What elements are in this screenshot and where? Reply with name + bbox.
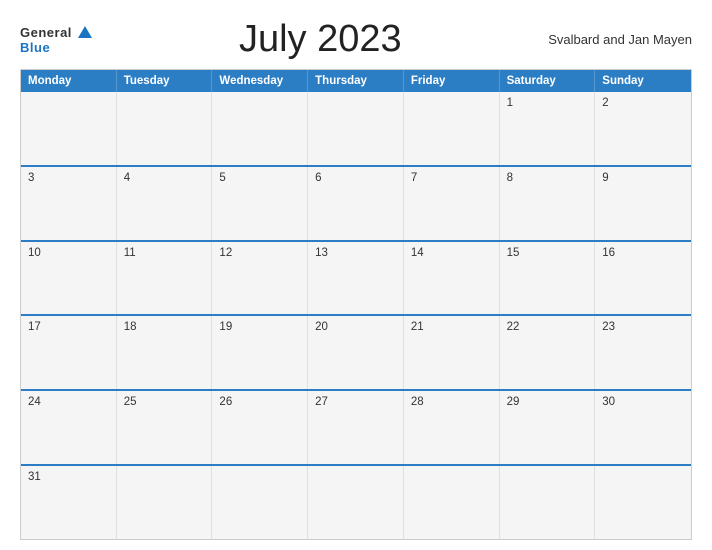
logo-blue-text: Blue	[20, 41, 92, 54]
day-number: 5	[219, 172, 225, 184]
calendar-week-2: 3 4 5 6 7 8 9	[21, 165, 691, 240]
calendar-empty-cell	[308, 466, 404, 539]
calendar-day-2: 2	[595, 92, 691, 165]
logo-triangle-icon	[78, 26, 92, 38]
calendar-day-23: 23	[595, 316, 691, 389]
day-number: 25	[124, 396, 137, 408]
calendar-grid: Monday Tuesday Wednesday Thursday Friday…	[20, 69, 692, 540]
day-number: 9	[602, 172, 608, 184]
day-number: 11	[124, 247, 136, 259]
day-number: 2	[602, 97, 608, 109]
calendar-day-20: 20	[308, 316, 404, 389]
calendar-week-3: 10 11 12 13 14 15 16	[21, 240, 691, 315]
calendar-header-row: Monday Tuesday Wednesday Thursday Friday…	[21, 70, 691, 92]
calendar-day-30: 30	[595, 391, 691, 464]
header-tuesday: Tuesday	[117, 70, 213, 92]
calendar-day-16: 16	[595, 242, 691, 315]
calendar-empty-cell	[117, 466, 213, 539]
header-friday: Friday	[404, 70, 500, 92]
calendar-week-1: 12	[21, 92, 691, 165]
calendar-day-11: 11	[117, 242, 213, 315]
calendar-day-24: 24	[21, 391, 117, 464]
calendar-day-17: 17	[21, 316, 117, 389]
logo-general-text: General	[20, 25, 92, 41]
calendar-week-6: 31	[21, 464, 691, 539]
calendar-day-18: 18	[117, 316, 213, 389]
calendar-day-10: 10	[21, 242, 117, 315]
calendar-day-9: 9	[595, 167, 691, 240]
day-number: 22	[507, 321, 520, 333]
calendar-day-13: 13	[308, 242, 404, 315]
calendar-day-28: 28	[404, 391, 500, 464]
calendar-header: General Blue July 2023 Svalbard and Jan …	[20, 18, 692, 61]
calendar-day-27: 27	[308, 391, 404, 464]
header-thursday: Thursday	[308, 70, 404, 92]
region-label: Svalbard and Jan Mayen	[548, 32, 692, 47]
calendar-body: 1234567891011121314151617181920212223242…	[21, 92, 691, 539]
calendar-day-12: 12	[212, 242, 308, 315]
calendar-day-26: 26	[212, 391, 308, 464]
calendar-title: July 2023	[92, 18, 548, 61]
day-number: 12	[219, 247, 232, 259]
calendar-day-8: 8	[500, 167, 596, 240]
calendar-week-5: 24 25 26 27 28 29 30	[21, 389, 691, 464]
calendar-day-14: 14	[404, 242, 500, 315]
day-number: 28	[411, 396, 424, 408]
day-number: 24	[28, 396, 41, 408]
day-number: 18	[124, 321, 137, 333]
day-number: 4	[124, 172, 130, 184]
calendar-day-19: 19	[212, 316, 308, 389]
day-number: 3	[28, 172, 34, 184]
calendar-page: General Blue July 2023 Svalbard and Jan …	[0, 0, 712, 550]
day-number: 13	[315, 247, 328, 259]
day-number: 20	[315, 321, 328, 333]
calendar-empty-cell	[404, 466, 500, 539]
header-wednesday: Wednesday	[212, 70, 308, 92]
calendar-day-21: 21	[404, 316, 500, 389]
calendar-empty-cell	[212, 92, 308, 165]
day-number: 19	[219, 321, 232, 333]
day-number: 1	[507, 97, 513, 109]
header-saturday: Saturday	[500, 70, 596, 92]
calendar-day-5: 5	[212, 167, 308, 240]
calendar-day-1: 1	[500, 92, 596, 165]
day-number: 10	[28, 247, 41, 259]
header-sunday: Sunday	[595, 70, 691, 92]
day-number: 16	[602, 247, 615, 259]
calendar-day-15: 15	[500, 242, 596, 315]
calendar-empty-cell	[212, 466, 308, 539]
calendar-empty-cell	[21, 92, 117, 165]
calendar-week-4: 17 18 19 20 21 22 23	[21, 314, 691, 389]
calendar-empty-cell	[500, 466, 596, 539]
header-monday: Monday	[21, 70, 117, 92]
day-number: 14	[411, 247, 424, 259]
calendar-empty-cell	[595, 466, 691, 539]
day-number: 26	[219, 396, 232, 408]
calendar-empty-cell	[404, 92, 500, 165]
day-number: 21	[411, 321, 424, 333]
day-number: 23	[602, 321, 615, 333]
day-number: 6	[315, 172, 321, 184]
day-number: 30	[602, 396, 615, 408]
day-number: 29	[507, 396, 520, 408]
calendar-day-4: 4	[117, 167, 213, 240]
day-number: 15	[507, 247, 520, 259]
calendar-day-3: 3	[21, 167, 117, 240]
calendar-day-7: 7	[404, 167, 500, 240]
calendar-day-22: 22	[500, 316, 596, 389]
calendar-empty-cell	[308, 92, 404, 165]
day-number: 8	[507, 172, 513, 184]
logo: General Blue	[20, 25, 92, 54]
calendar-day-31: 31	[21, 466, 117, 539]
day-number: 31	[28, 471, 41, 483]
calendar-day-29: 29	[500, 391, 596, 464]
calendar-day-6: 6	[308, 167, 404, 240]
calendar-empty-cell	[117, 92, 213, 165]
day-number: 27	[315, 396, 328, 408]
day-number: 17	[28, 321, 41, 333]
calendar-day-25: 25	[117, 391, 213, 464]
day-number: 7	[411, 172, 417, 184]
